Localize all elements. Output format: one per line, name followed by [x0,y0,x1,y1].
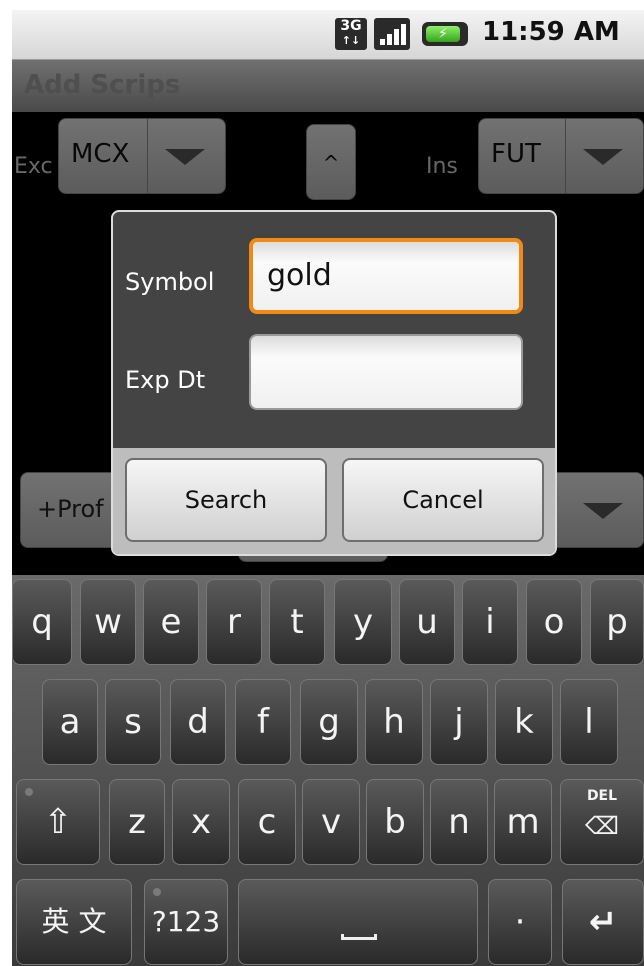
cancel-button[interactable]: Cancel [342,458,544,542]
symbol-label: Symbol [125,268,215,296]
key-x[interactable]: x [172,779,230,865]
delete-label: DEL [586,788,618,804]
key-y[interactable]: y [334,579,392,665]
status-time: 11:59 AM [482,17,620,47]
key-t[interactable]: t [269,579,325,665]
symbols-key[interactable]: ?123 [144,879,228,965]
key-j[interactable]: j [430,679,488,765]
title-bar: Add Scrips [12,60,644,112]
space-icon [341,934,377,940]
exp-dt-label: Exp Dt [125,366,206,394]
key-r[interactable]: r [206,579,262,665]
enter-icon: ↵ [588,902,618,942]
backspace-icon: ⌫ [585,812,619,840]
key-s[interactable]: s [105,679,161,765]
instrument-label: Ins [426,154,458,179]
key-o[interactable]: o [526,579,582,665]
dropdown-arrow-icon [583,503,623,519]
delete-key[interactable]: DEL ⌫ [560,779,644,865]
key-h[interactable]: h [365,679,423,765]
language-key[interactable]: 英 文 [16,879,132,965]
screen-title: Add Scrips [24,70,181,100]
profile-button[interactable]: +Prof [20,472,120,548]
key-a[interactable]: a [42,679,98,765]
exp-dt-input[interactable] [249,334,523,410]
key-k[interactable]: k [495,679,553,765]
search-button[interactable]: Search [125,458,327,542]
dialog-button-bar: Search Cancel [113,448,555,554]
soft-keyboard: q w e r t y u i o p a s d f g h j k l ⇧ … [12,575,644,966]
shift-key[interactable]: ⇧ [16,779,100,865]
period-key[interactable]: · [488,879,552,965]
key-l[interactable]: l [560,679,618,765]
key-p[interactable]: p [590,579,644,665]
exchange-value: MCX [71,139,130,169]
symbol-search-dialog: Symbol gold Exp Dt Search Cancel [111,210,557,556]
shift-icon: ⇧ [43,802,73,842]
key-f[interactable]: f [235,679,291,765]
key-m[interactable]: m [494,779,552,865]
key-w[interactable]: w [80,579,136,665]
exchange-label: Exc [14,154,53,179]
key-n[interactable]: n [430,779,488,865]
key-v[interactable]: v [302,779,360,865]
dropdown-arrow-icon [583,149,623,165]
key-c[interactable]: c [238,779,296,865]
phone-screen: 3G ↑↓ ⚡ 11:59 AM Add Scrips Exc MCX ^ In… [12,10,644,966]
space-key[interactable] [238,879,478,965]
key-d[interactable]: d [170,679,226,765]
dropdown-arrow-icon [165,149,205,165]
key-u[interactable]: u [399,579,455,665]
shift-indicator-icon [25,788,33,796]
key-i[interactable]: i [462,579,518,665]
collapse-button[interactable]: ^ [306,124,356,200]
network-type-label: 3G [340,18,362,34]
symbols-indicator-icon [153,888,161,896]
bottom-spinner[interactable] [542,472,644,548]
3g-data-icon: 3G ↑↓ [335,18,367,50]
symbols-key-label: ?123 [151,905,221,938]
status-bar: 3G ↑↓ ⚡ 11:59 AM [12,10,644,60]
instrument-value: FUT [491,139,541,169]
symbol-input[interactable]: gold [249,238,523,314]
key-e[interactable]: e [143,579,199,665]
instrument-spinner[interactable]: FUT [478,118,644,194]
key-z[interactable]: z [109,779,165,865]
signal-strength-icon [374,18,410,50]
key-q[interactable]: q [12,579,72,665]
exchange-spinner[interactable]: MCX [58,118,226,194]
profile-button-label: +Prof [37,495,104,523]
enter-key[interactable]: ↵ [562,879,644,965]
key-b[interactable]: b [366,779,424,865]
battery-charging-icon: ⚡ [422,22,468,46]
key-g[interactable]: g [300,679,358,765]
